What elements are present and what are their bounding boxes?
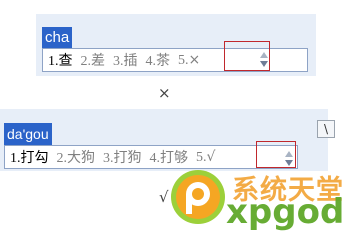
- cross-mark: ×: [158, 84, 171, 102]
- watermark-logo-icon: [171, 170, 225, 224]
- candidate-5[interactable]: 5.×: [178, 52, 200, 69]
- watermark-text-en: xpgod: [226, 192, 345, 232]
- candidate-2[interactable]: 2.差: [81, 50, 106, 70]
- candidate-list: 1.打勾 2.大狗 3.打狗 4.打够 5.√: [4, 145, 298, 169]
- composition-text: da'gou: [4, 123, 52, 145]
- composition-text: cha: [42, 27, 73, 49]
- highlight-box: [224, 41, 270, 71]
- candidate-3[interactable]: 3.打狗: [103, 147, 142, 167]
- candidate-1[interactable]: 1.查: [48, 50, 73, 70]
- ime-panel-cha: cha 1.查 2.差 3.插 4.茶 5.×: [36, 14, 316, 76]
- candidate-2[interactable]: 2.大狗: [57, 147, 96, 167]
- check-mark: √: [159, 188, 169, 206]
- candidate-5[interactable]: 5.√: [196, 149, 215, 166]
- candidate-3[interactable]: 3.插: [113, 50, 138, 70]
- candidate-1[interactable]: 1.打勾: [10, 147, 49, 167]
- candidate-4[interactable]: 4.打够: [150, 147, 189, 167]
- ime-panel-dagou: da'gou 1.打勾 2.大狗 3.打狗 4.打够 5.√: [0, 109, 328, 171]
- backslash-key: \: [317, 120, 335, 138]
- highlight-box: [256, 141, 296, 168]
- candidate-4[interactable]: 4.茶: [146, 50, 171, 70]
